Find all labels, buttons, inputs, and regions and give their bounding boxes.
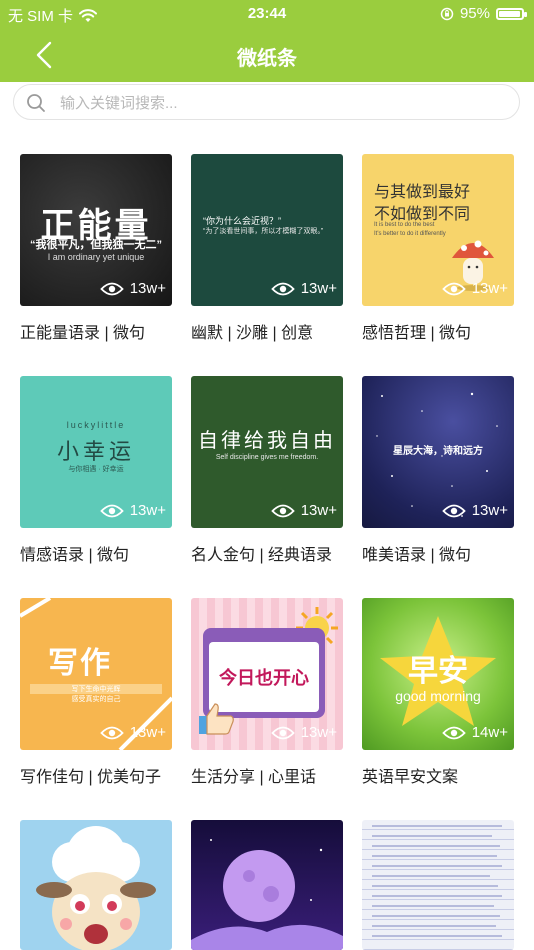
- navigation-bar: 微纸条: [0, 28, 534, 82]
- thumb-headline: 早安: [408, 655, 468, 688]
- card-thumbnail: luckylittle 小幸运 与你相遇 · 好幸运 13w+: [20, 376, 172, 528]
- card-title: 情感语录 | 微句: [20, 547, 130, 564]
- card-title: 幽默 | 沙雕 | 创意: [191, 325, 314, 342]
- card-title: 英语早安文案: [362, 769, 459, 786]
- thumb-sub: 与你相遇 · 好幸运: [68, 466, 124, 473]
- thumb-headline: 小幸运: [56, 439, 135, 464]
- card-title: 写作佳句 | 优美句子: [20, 769, 162, 786]
- thumb-line-3: It is best to do the best: [374, 222, 435, 228]
- card-life-sharing[interactable]: 今日也开心 13w+ 生活分享 | 心里话: [191, 598, 343, 788]
- thumb-headline: 今日也开心: [219, 668, 309, 688]
- card-title: 唯美语录 | 微句: [362, 547, 472, 564]
- thumb-sub: Self discipline gives me freedom.: [215, 454, 319, 461]
- card-positive-energy[interactable]: 正能量 “我很平凡，但我独一无二” I am ordinary yet uniq…: [20, 154, 172, 344]
- eye-icon: [99, 726, 124, 739]
- battery-percent: 95%: [459, 5, 490, 22]
- thumb-headline: 星辰大海，诗和远方: [393, 446, 483, 457]
- view-count: 13w+: [270, 724, 337, 741]
- eye-icon: [99, 282, 124, 295]
- orientation-lock-icon: [440, 7, 454, 20]
- thumb-quote-en: I am ordinary yet unique: [47, 252, 145, 262]
- card-humor[interactable]: “你为什么会近视？” “为了淡看世间事，所以才模糊了双眼。” 13w+ 幽默 |…: [191, 154, 343, 344]
- eye-icon: [441, 504, 466, 517]
- status-bar: 无 SIM 卡 23:44 95%: [0, 0, 534, 28]
- card-writing[interactable]: 写作 写下生命中光辉 感受真实的自己 13w+ 写作佳句 | 优美句子: [20, 598, 172, 788]
- eye-icon: [441, 726, 466, 739]
- thumb-line-4: It's better to do it differently: [374, 231, 446, 237]
- card-handwriting[interactable]: [362, 820, 514, 950]
- card-thumbnail: 星辰大海，诗和远方 13w+: [362, 376, 514, 528]
- thumb-line-2: 不如做到不同: [374, 204, 471, 223]
- moon-illustration: [191, 839, 343, 950]
- thumb-small: luckylittle: [66, 420, 126, 430]
- card-thumbnail: 自律给我自由 Self discipline gives me freedom.…: [191, 376, 343, 528]
- thumb-sub: good morning: [395, 688, 481, 704]
- card-beautiful-quotes[interactable]: 星辰大海，诗和远方 13w+ 唯美语录 | 微句: [362, 376, 514, 566]
- view-count: 13w+: [99, 724, 166, 741]
- thumb-headline: 自律给我自由: [198, 428, 336, 452]
- search-bar[interactable]: [13, 84, 520, 120]
- card-thumbnail: [20, 820, 172, 950]
- thumb-quote: “我很平凡，但我独一无二”: [30, 239, 162, 251]
- card-title: 感悟哲理 | 微句: [362, 325, 472, 342]
- battery-icon: [496, 7, 527, 20]
- thumb-headline: 写作: [48, 647, 112, 680]
- eye-icon: [441, 282, 466, 295]
- view-count: 14w+: [441, 724, 508, 741]
- view-count: 13w+: [99, 280, 166, 297]
- eye-icon: [270, 282, 295, 295]
- card-thumbnail: 今日也开心 13w+: [191, 598, 343, 750]
- sheep-illustration: [36, 826, 156, 950]
- eye-icon: [270, 726, 295, 739]
- card-moon[interactable]: [191, 820, 343, 950]
- card-thumbnail: [191, 820, 343, 950]
- thumbs-up-icon: [199, 703, 234, 735]
- card-title: 正能量语录 | 微句: [20, 325, 146, 342]
- search-input[interactable]: [58, 91, 502, 115]
- thumb-quote-2: “为了淡看世间事，所以才模糊了双眼。”: [203, 228, 324, 235]
- thumb-line-1: 写下生命中光辉: [71, 686, 121, 693]
- card-thumbnail: 正能量 “我很平凡，但我独一无二” I am ordinary yet uniq…: [20, 154, 172, 306]
- thumb-line-2: 感受真实的自己: [71, 696, 121, 703]
- card-thumbnail: 写作 写下生命中光辉 感受真实的自己 13w+: [20, 598, 172, 750]
- card-thumbnail: [362, 820, 514, 950]
- thumb-line-1: 与其做到最好: [374, 182, 471, 201]
- page-title: 微纸条: [237, 48, 297, 70]
- card-title: 生活分享 | 心里话: [191, 769, 317, 786]
- search-icon: [27, 94, 45, 112]
- card-english-morning[interactable]: 早安 good morning 14w+ 英语早安文案: [362, 598, 514, 788]
- view-count: 13w+: [270, 280, 337, 297]
- card-title: 名人金句 | 经典语录: [191, 547, 333, 564]
- handwriting-texture: [372, 825, 502, 937]
- card-thumbnail: 早安 good morning 14w+: [362, 598, 514, 750]
- eye-icon: [270, 504, 295, 517]
- eye-icon: [99, 504, 124, 517]
- view-count: 13w+: [99, 502, 166, 519]
- view-count: 13w+: [441, 502, 508, 519]
- card-thumbnail: “你为什么会近视？” “为了淡看世间事，所以才模糊了双眼。” 13w+: [191, 154, 343, 306]
- view-count: 13w+: [270, 502, 337, 519]
- card-famous-quotes[interactable]: 自律给我自由 Self discipline gives me freedom.…: [191, 376, 343, 566]
- card-thumbnail: 与其做到最好 不如做到不同 It is best to do the best …: [362, 154, 514, 306]
- card-emotion[interactable]: luckylittle 小幸运 与你相遇 · 好幸运 13w+ 情感语录 | 微…: [20, 376, 172, 566]
- view-count: 13w+: [441, 280, 508, 297]
- card-philosophy[interactable]: 与其做到最好 不如做到不同 It is best to do the best …: [362, 154, 514, 344]
- card-cartoon[interactable]: [20, 820, 172, 950]
